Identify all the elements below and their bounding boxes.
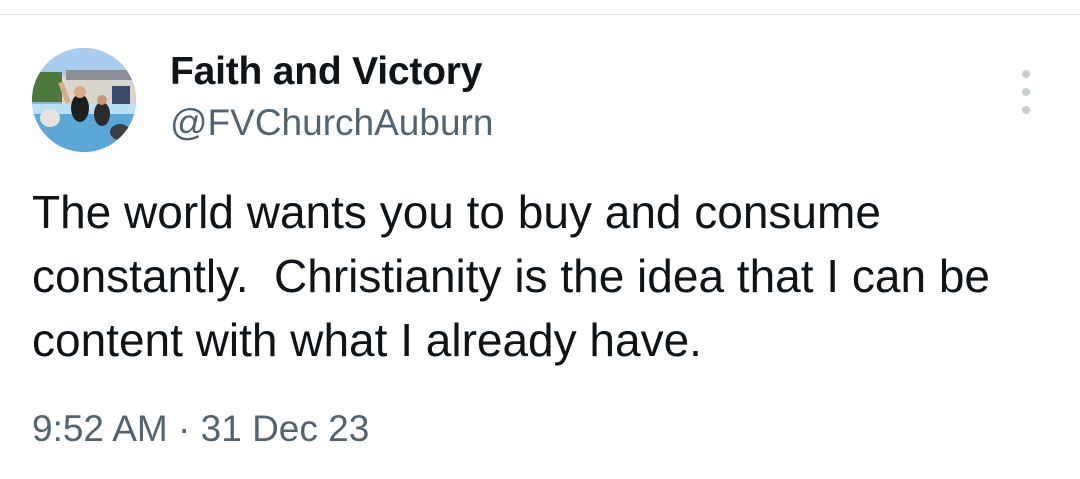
- more-dot: [1022, 106, 1030, 114]
- tweet-text: The world wants you to buy and consume c…: [32, 186, 1003, 366]
- tweet-timestamp[interactable]: 9:52 AM · 31 Dec 23: [32, 408, 369, 450]
- more-vertical-icon[interactable]: [1008, 70, 1044, 114]
- more-dot: [1022, 88, 1030, 96]
- tweet-card[interactable]: Faith and Victory @FVChurchAuburn The wo…: [0, 0, 1080, 479]
- more-dot: [1022, 70, 1030, 78]
- display-name[interactable]: Faith and Victory: [170, 50, 482, 94]
- avatar-image: [32, 48, 136, 152]
- avatar[interactable]: [32, 48, 136, 152]
- user-handle[interactable]: @FVChurchAuburn: [170, 102, 493, 144]
